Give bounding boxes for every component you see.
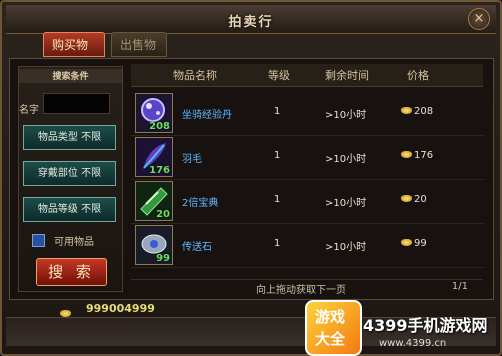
gold-amount: 999004999 xyxy=(86,302,155,315)
header-price: 价格 xyxy=(407,69,429,82)
title-bar: 拍卖行 × xyxy=(6,5,496,34)
item-level: 1 xyxy=(274,106,281,117)
price-value: 99 xyxy=(414,238,427,249)
tab-buy[interactable]: 购买物品 xyxy=(43,32,105,77)
item-price: 176 xyxy=(401,150,433,161)
item-name: 2倍宝典 xyxy=(182,198,219,209)
header-name: 物品名称 xyxy=(173,69,217,82)
close-icon: × xyxy=(473,11,485,26)
table-row[interactable]: 20 2倍宝典 1 >10小时 20 xyxy=(131,180,485,224)
watermark-badge-line1: 游戏 xyxy=(315,308,346,326)
watermark-url: www.4399.cn xyxy=(379,338,447,349)
name-label: 名字 xyxy=(19,105,39,116)
wallet xyxy=(60,302,73,321)
item-price: 99 xyxy=(401,238,427,249)
name-input[interactable] xyxy=(43,93,110,114)
item-level-filter[interactable]: 物品等级 不限 xyxy=(23,197,116,222)
item-name: 羽毛 xyxy=(182,154,202,165)
watermark-badge: 游戏 大全 xyxy=(305,300,362,356)
item-time: >10小时 xyxy=(325,198,367,209)
gold-icon xyxy=(401,239,412,246)
equip-slot-filter[interactable]: 穿戴部位 不限 xyxy=(23,161,116,186)
usable-label: 可用物品 xyxy=(54,237,94,248)
item-qty: 99 xyxy=(156,253,170,264)
search-panel: 搜索条件 名字 物品类型 不限 穿戴部位 不限 物品等级 不限 可用物品 搜 索 xyxy=(18,66,123,292)
item-time: >10小时 xyxy=(325,110,367,121)
item-price: 20 xyxy=(401,194,427,205)
item-level: 1 xyxy=(274,238,281,249)
item-qty: 176 xyxy=(149,165,170,176)
item-slot[interactable]: 208 xyxy=(135,93,173,133)
item-slot[interactable]: 176 xyxy=(135,137,173,177)
header-level: 等级 xyxy=(268,69,290,82)
item-time: >10小时 xyxy=(325,154,367,165)
item-qty: 20 xyxy=(156,209,170,220)
gold-icon xyxy=(60,310,71,317)
page-indicator: 1/1 xyxy=(451,281,468,292)
table-row[interactable]: 208 坐骑经验丹 1 >10小时 208 xyxy=(131,92,485,136)
item-slot[interactable]: 20 xyxy=(135,181,173,221)
item-level: 1 xyxy=(274,194,281,205)
gold-icon xyxy=(401,195,412,202)
price-value: 20 xyxy=(414,194,427,205)
item-type-filter[interactable]: 物品类型 不限 xyxy=(23,125,116,150)
load-more-hint: 向上拖动获取下一页 xyxy=(256,285,346,296)
item-slot[interactable]: 99 xyxy=(135,225,173,265)
watermark: 游戏 大全 4399手机游戏网 www.4399.cn xyxy=(305,300,502,356)
watermark-brand: 4399手机游戏网 xyxy=(363,316,488,335)
item-level: 1 xyxy=(274,150,281,161)
table-row[interactable]: 176 羽毛 1 >10小时 176 xyxy=(131,136,485,180)
price-value: 208 xyxy=(414,106,434,117)
header-time: 剩余时间 xyxy=(325,69,369,82)
window-title: 拍卖行 xyxy=(228,15,274,30)
search-title: 搜索条件 xyxy=(19,69,122,83)
item-time: >10小时 xyxy=(325,242,367,253)
item-name: 传送石 xyxy=(182,242,212,253)
item-price: 208 xyxy=(401,106,433,117)
search-button[interactable]: 搜 索 xyxy=(36,258,107,286)
table-footer: 向上拖动获取下一页 1/1 xyxy=(131,279,483,296)
tab-sell[interactable]: 出售物品 xyxy=(111,32,167,77)
price-value: 176 xyxy=(414,150,434,161)
table-row[interactable]: 99 传送石 1 >10小时 99 xyxy=(131,224,485,268)
item-name: 坐骑经验丹 xyxy=(182,110,232,121)
item-qty: 208 xyxy=(149,121,170,132)
gold-icon xyxy=(401,107,412,114)
watermark-badge-line2: 大全 xyxy=(315,330,346,348)
close-button[interactable]: × xyxy=(468,8,490,30)
table-header: 物品名称 等级 剩余时间 价格 xyxy=(131,64,483,87)
gold-icon xyxy=(401,151,412,158)
usable-checkbox[interactable] xyxy=(32,234,45,247)
